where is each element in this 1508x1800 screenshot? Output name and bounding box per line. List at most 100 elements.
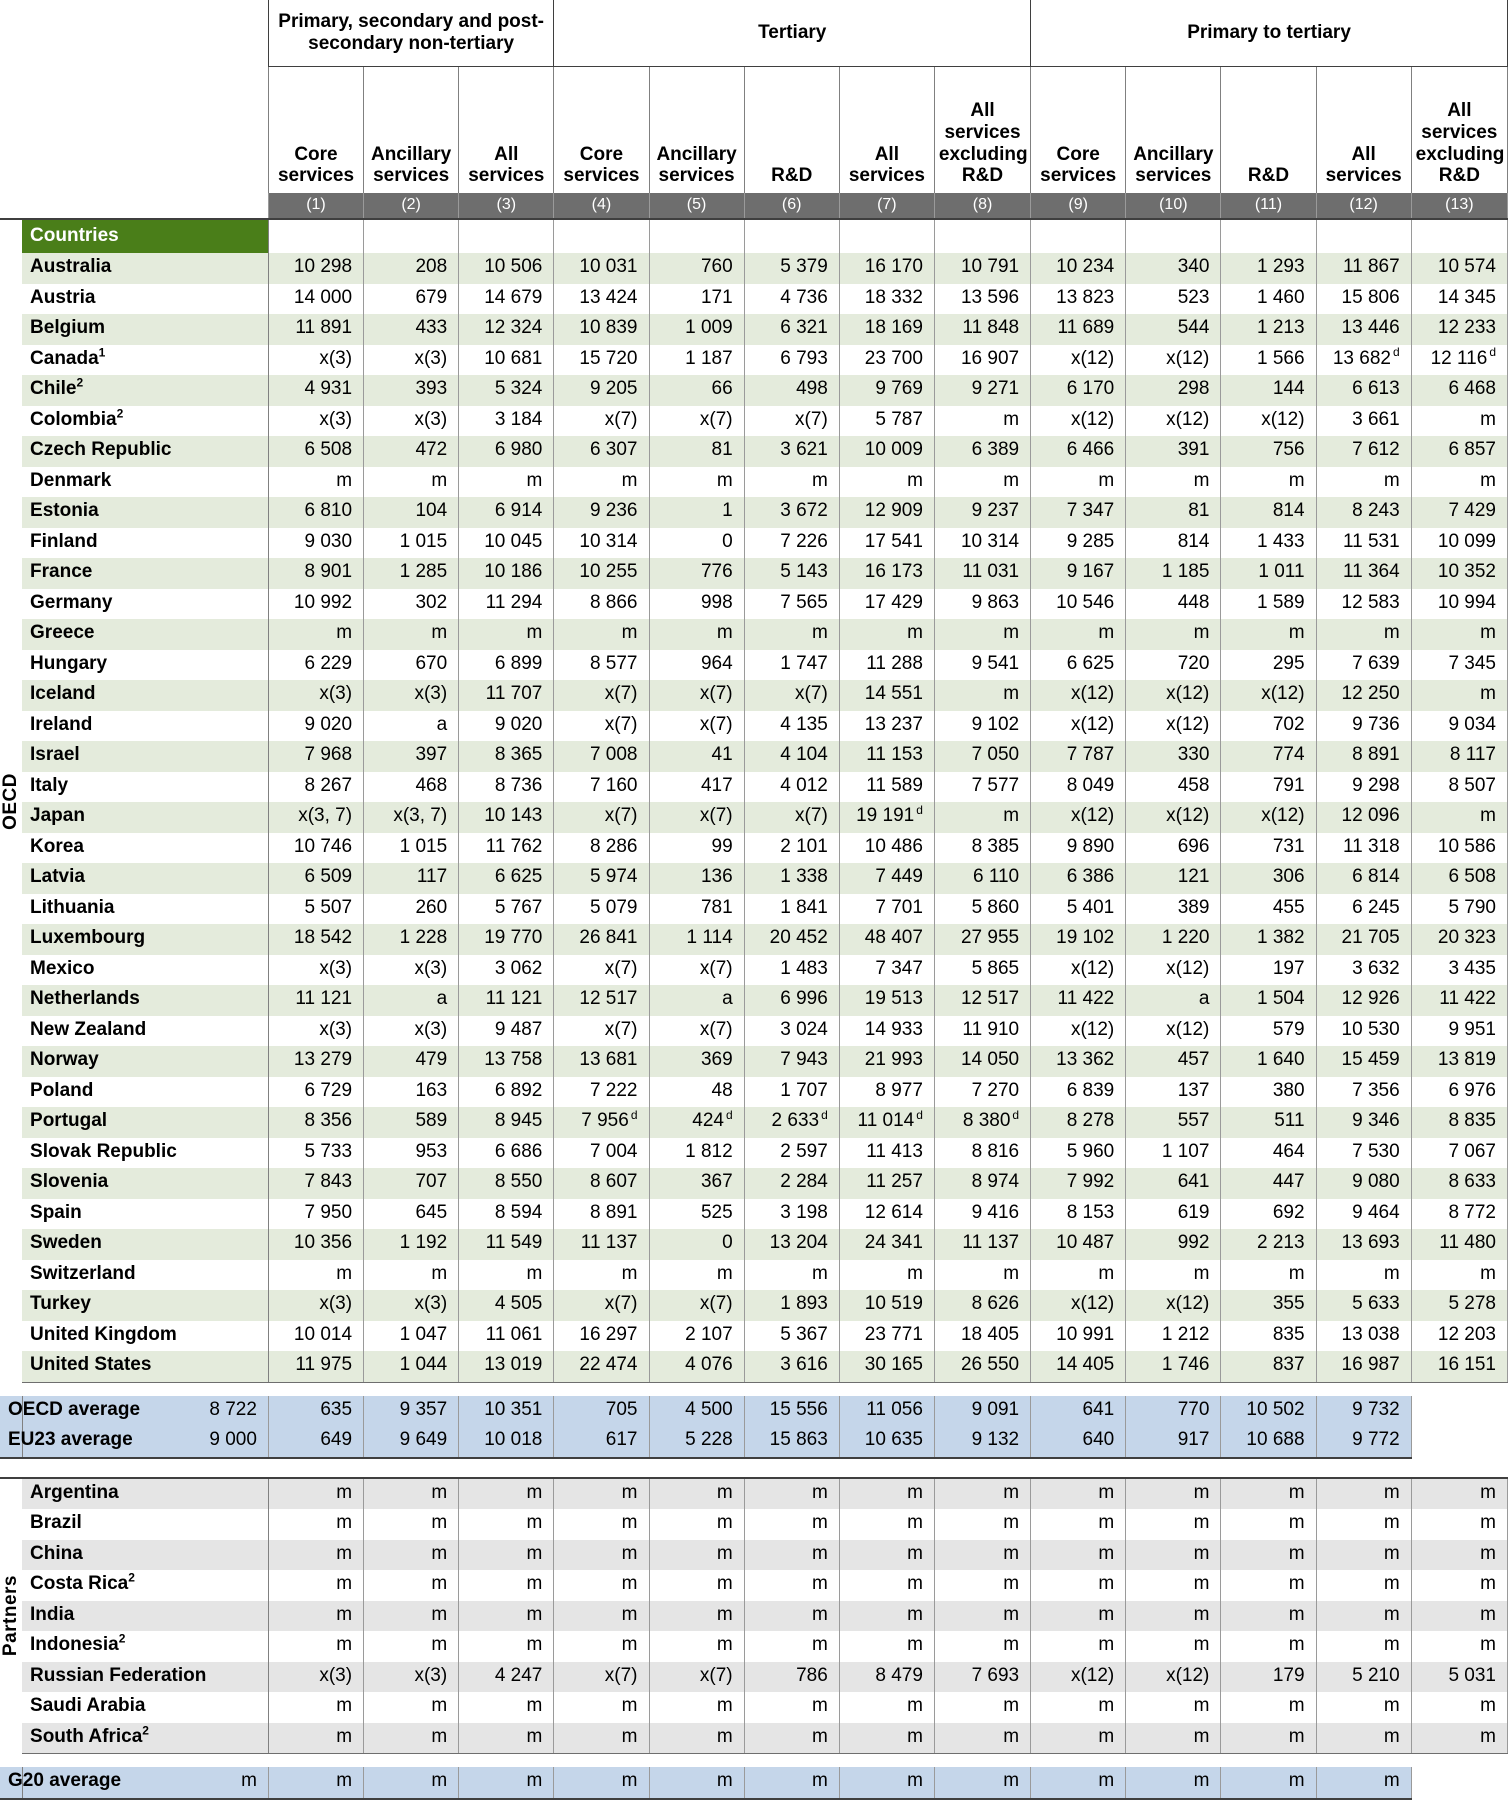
- cell-value: 5 401: [1066, 896, 1115, 918]
- cell-value: m: [1193, 622, 1210, 644]
- cell-11: 306: [1220, 863, 1317, 894]
- cell-value: 11 137: [962, 1232, 1020, 1254]
- column-header-7: All services: [838, 66, 935, 193]
- cell-5: 0: [648, 1229, 745, 1260]
- cell-11: m: [1220, 1259, 1317, 1290]
- cell-value: 6 321: [780, 317, 828, 339]
- cell-8: m: [933, 405, 1032, 436]
- cell-value: 10 186: [484, 561, 543, 583]
- cell-2: 1 285: [363, 558, 460, 589]
- column-header-8: All services excluding R&D: [933, 66, 1032, 193]
- cell-value: m: [1098, 1770, 1115, 1792]
- cell-value: 7 347: [875, 957, 923, 979]
- cell-7: 10 009: [838, 436, 935, 467]
- cell-value: 11 689: [1057, 317, 1115, 339]
- cell-4: m: [458, 1767, 555, 1800]
- cell-value: 8 049: [1066, 774, 1115, 796]
- cell-value: m: [336, 1512, 353, 1534]
- cell-13: m: [1410, 466, 1508, 497]
- cell-value: 8 479: [875, 1664, 923, 1686]
- cell-10: 137: [1125, 1076, 1222, 1107]
- cell-value: m: [336, 622, 353, 644]
- cell-8: 5 865: [933, 954, 1032, 985]
- cell-7: m: [838, 1722, 935, 1754]
- cell-value: m: [1288, 1573, 1305, 1595]
- cell-9: m: [1030, 1539, 1127, 1570]
- cell-value: 6 613: [1352, 378, 1400, 400]
- cell-11: 917: [1125, 1426, 1222, 1459]
- cell-value: 8 891: [589, 1201, 638, 1223]
- cell-value: m: [1288, 1481, 1305, 1503]
- cell-4: x(7): [553, 680, 650, 711]
- cell-1: 13 279: [267, 1046, 365, 1077]
- cell-value: 5 787: [875, 408, 923, 430]
- cell-8: 7 050: [933, 741, 1032, 772]
- cell-value: 9 951: [1448, 1018, 1496, 1040]
- cell-value: m: [336, 1573, 353, 1595]
- cell-value: m: [431, 1603, 448, 1625]
- cell-7: 19 513: [838, 985, 935, 1016]
- cell-8: 9 416: [933, 1198, 1032, 1229]
- cell-value: m: [1383, 1695, 1400, 1717]
- column-number-6: (6): [743, 193, 840, 219]
- spacer-before-g20: [0, 1753, 1508, 1767]
- cell-4: x(7): [553, 710, 650, 741]
- row-label-footnote-marker: 2: [116, 406, 124, 421]
- column-number-1: (1): [267, 193, 365, 219]
- cell-10: 641: [1125, 1168, 1222, 1199]
- countries-banner-empty-12: [1315, 218, 1412, 253]
- cell-footnote-marker: d: [1012, 1107, 1020, 1122]
- countries-banner-empty-8: [933, 218, 1032, 253]
- cell-10: 448: [1125, 588, 1222, 619]
- cell-value: 340: [1177, 256, 1210, 278]
- cell-value: 9 132: [971, 1429, 1020, 1451]
- cell-value: 6 468: [1448, 378, 1496, 400]
- cell-13: 7 345: [1410, 649, 1508, 680]
- cell-value: 10 506: [484, 256, 543, 278]
- cell-1: m: [267, 619, 365, 650]
- cell-value: 511: [1274, 1110, 1305, 1132]
- cell-7: 18 332: [838, 283, 935, 314]
- cell-6: 2 101: [743, 832, 840, 863]
- cell-9: m: [1030, 1692, 1127, 1723]
- cell-9: x(12): [1030, 802, 1127, 833]
- cell-value: 10 099: [1437, 530, 1496, 552]
- cell-6: 1 338: [743, 863, 840, 894]
- cell-value: 8 278: [1066, 1110, 1115, 1132]
- cell-value: 7 050: [971, 744, 1020, 766]
- cell-8: 7 693: [933, 1661, 1032, 1692]
- cell-value: 3 198: [780, 1201, 828, 1223]
- cell-value: m: [1098, 1603, 1115, 1625]
- table-row-eu23-average: EU23 average 9 000 649 9 649 10 018 617 5 228 1…: [0, 1426, 1508, 1459]
- cell-value: x(12): [1070, 1018, 1115, 1040]
- cell-value: 6 508: [1448, 866, 1496, 888]
- cell-value: m: [1003, 1634, 1020, 1656]
- cell-13: 10 352: [1410, 558, 1508, 589]
- cell-5: x(7): [648, 405, 745, 436]
- table-row-lithuania: Lithuania 5 507 260 5 767 5 079 781 1 841 7 701…: [0, 893, 1508, 924]
- cell-2: m: [363, 1259, 460, 1290]
- cell-value: 702: [1272, 713, 1305, 735]
- cell-value: m: [621, 1262, 638, 1284]
- row-label: Israel: [22, 741, 269, 772]
- cell-13: 10 574: [1410, 253, 1508, 284]
- cell-value: m: [336, 1695, 353, 1717]
- cell-9: x(12): [1030, 680, 1127, 711]
- cell-value: 9 271: [971, 378, 1020, 400]
- row-label: Australia: [22, 253, 269, 284]
- cell-value: m: [1288, 1542, 1305, 1564]
- cell-5: 617: [553, 1426, 650, 1459]
- row-label-text: Finland: [30, 530, 98, 552]
- cell-13: 11 480: [1410, 1229, 1508, 1260]
- cell-value: 11 014: [857, 1110, 915, 1132]
- education-expenditure-table: Primary, secondary and post-secondary no…: [0, 0, 1508, 1800]
- column-header-3: All services: [458, 66, 555, 193]
- cell-9: 9 132: [933, 1426, 1032, 1459]
- cell-12: 10 502: [1220, 1395, 1317, 1426]
- countries-banner-empty-6: [743, 218, 840, 253]
- cell-value: 302: [415, 591, 448, 613]
- cell-11: 1 640: [1220, 1046, 1317, 1077]
- cell-value: 1 285: [399, 561, 448, 583]
- cell-value: 9 649: [399, 1429, 448, 1451]
- cell-5: 136: [648, 863, 745, 894]
